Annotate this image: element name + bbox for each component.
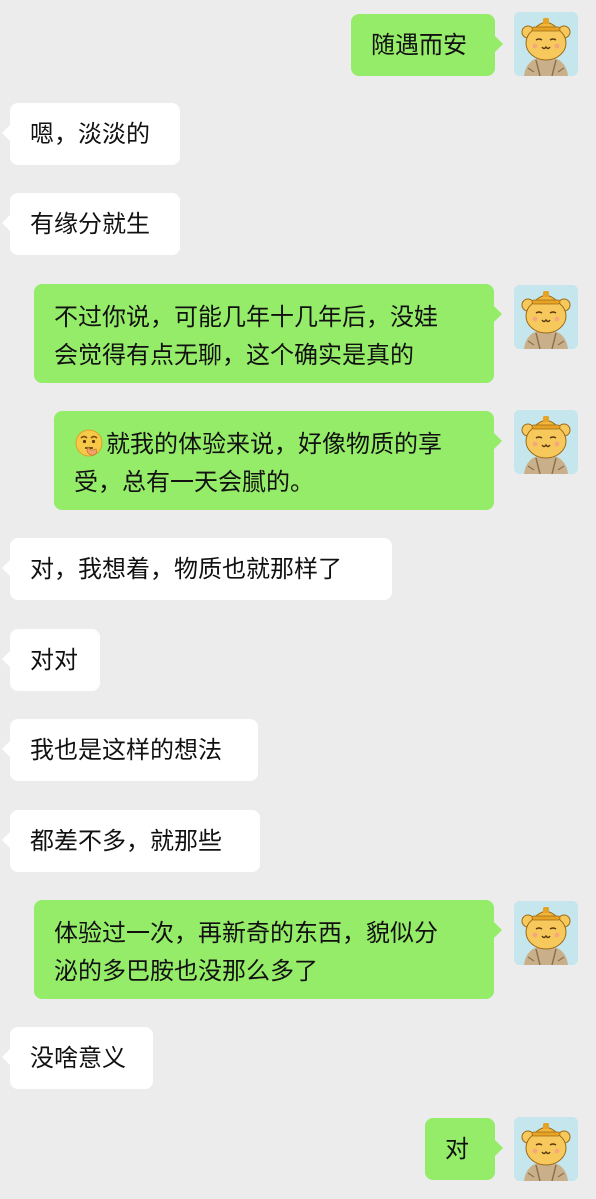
- user-avatar[interactable]: [514, 12, 578, 76]
- message-text: 没啥意义: [30, 1044, 126, 1072]
- thinking-face-emoji: [75, 429, 103, 457]
- message-text: 嗯，淡淡的: [30, 120, 150, 148]
- message-text: 对: [445, 1135, 469, 1163]
- message-text: 对，我想着，物质也就那样了: [30, 555, 342, 583]
- bear-avatar-icon: [514, 285, 578, 349]
- message-text: 我也是这样的想法: [30, 736, 222, 764]
- message-text: 有缘分就生: [30, 210, 150, 238]
- incoming-message-bubble[interactable]: 嗯，淡淡的: [2, 103, 180, 165]
- message-text-line: 就我的体验来说，好像物质的享: [106, 430, 442, 458]
- chat-conversation: 随遇而安 嗯，淡淡的 有缘分就生 不过你说，可能几年十几年后，没娃 会觉得有点无…: [0, 0, 596, 1199]
- incoming-message-bubble[interactable]: 对对: [2, 629, 100, 691]
- user-avatar[interactable]: [514, 410, 578, 474]
- incoming-message-bubble[interactable]: 有缘分就生: [2, 193, 180, 255]
- user-avatar[interactable]: [514, 901, 578, 965]
- bear-avatar-icon: [514, 410, 578, 474]
- bear-avatar-icon: [514, 901, 578, 965]
- message-text-line: 不过你说，可能几年十几年后，没娃: [54, 303, 438, 331]
- incoming-message-bubble[interactable]: 都差不多，就那些: [2, 810, 260, 872]
- outgoing-message-bubble[interactable]: 体验过一次，再新奇的东西，貌似分 泌的多巴胺也没那么多了: [34, 900, 502, 999]
- message-text: 都差不多，就那些: [30, 827, 222, 855]
- incoming-message-bubble[interactable]: 我也是这样的想法: [2, 719, 258, 781]
- outgoing-message-bubble[interactable]: 不过你说，可能几年十几年后，没娃 会觉得有点无聊，这个确实是真的: [34, 284, 502, 383]
- message-text: 随遇而安: [371, 31, 467, 59]
- user-avatar[interactable]: [514, 1117, 578, 1181]
- bear-avatar-icon: [514, 1117, 578, 1181]
- outgoing-message-bubble[interactable]: 就我的体验来说，好像物质的享 受，总有一天会腻的。: [54, 411, 502, 510]
- message-text-line: 体验过一次，再新奇的东西，貌似分: [54, 919, 438, 947]
- message-text: 对对: [30, 646, 78, 674]
- incoming-message-bubble[interactable]: 没啥意义: [2, 1027, 153, 1089]
- message-text-line: 受，总有一天会腻的。: [74, 468, 314, 496]
- incoming-message-bubble[interactable]: 对，我想着，物质也就那样了: [2, 538, 392, 600]
- message-text-line: 泌的多巴胺也没那么多了: [54, 957, 318, 985]
- outgoing-message-bubble[interactable]: 随遇而安: [351, 14, 503, 76]
- outgoing-message-bubble[interactable]: 对: [425, 1118, 503, 1180]
- message-text-line: 会觉得有点无聊，这个确实是真的: [54, 341, 414, 369]
- bear-avatar-icon: [514, 12, 578, 76]
- user-avatar[interactable]: [514, 285, 578, 349]
